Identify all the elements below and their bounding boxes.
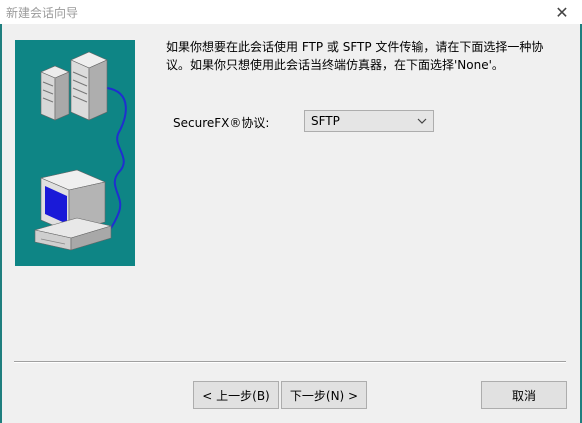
protocol-label: SecureFX®协议: bbox=[173, 116, 270, 130]
next-button[interactable]: 下一步(N) > bbox=[281, 381, 367, 409]
title-bar: 新建会话向导 ✕ bbox=[0, 0, 582, 24]
server-computer-icon bbox=[34, 51, 127, 251]
close-button[interactable]: ✕ bbox=[542, 0, 582, 24]
window-title: 新建会话向导 bbox=[6, 6, 79, 20]
chevron-down-icon bbox=[417, 114, 427, 131]
close-icon: ✕ bbox=[555, 2, 569, 22]
protocol-select-value: SFTP bbox=[311, 114, 340, 128]
protocol-select[interactable]: SFTP bbox=[304, 110, 434, 132]
cancel-button[interactable]: 取消 bbox=[481, 381, 567, 409]
back-button[interactable]: < 上一步(B) bbox=[193, 381, 279, 409]
button-separator bbox=[14, 361, 566, 363]
wizard-illustration bbox=[15, 40, 135, 266]
window-border-left bbox=[0, 24, 2, 423]
protocol-description: 如果你想要在此会话使用 FTP 或 SFTP 文件传输，请在下面选择一种协议。如… bbox=[166, 40, 544, 72]
